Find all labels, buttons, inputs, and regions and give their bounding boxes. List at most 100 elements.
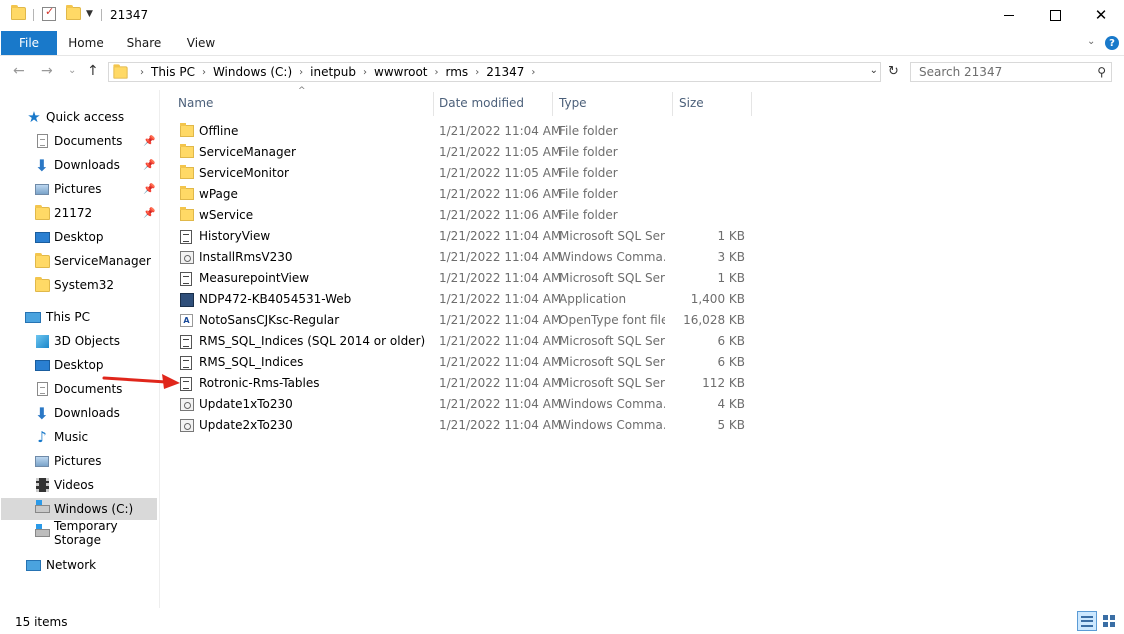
file-size: 1 KB: [717, 229, 745, 243]
table-row[interactable]: wPage 1/21/2022 11:06 AM File folder: [174, 184, 754, 205]
breadcrumb-wwwroot[interactable]: wwwroot: [373, 65, 429, 79]
sidebar-item-system32[interactable]: System32: [1, 274, 157, 296]
pin-icon[interactable]: 📌: [143, 160, 155, 171]
column-header-date-modified[interactable]: Date modified: [439, 96, 524, 110]
sidebar-item-servicemanager[interactable]: ServiceManager: [1, 250, 157, 272]
sidebar-item-quick-access[interactable]: ★ Quick access: [1, 106, 157, 128]
sidebar-item-pictures[interactable]: Pictures 📌: [1, 178, 157, 200]
tab-view[interactable]: View: [180, 31, 222, 55]
sidebar-item-desktop[interactable]: Desktop: [1, 226, 157, 248]
expand-ribbon-icon[interactable]: ⌄: [1087, 36, 1095, 47]
table-row[interactable]: MeasurepointView 1/21/2022 11:04 AM Micr…: [174, 268, 754, 289]
tab-share[interactable]: Share: [122, 31, 166, 55]
pin-icon[interactable]: 📌: [143, 208, 155, 219]
minimize-button[interactable]: [986, 0, 1032, 31]
sidebar-item-21172[interactable]: 21172 📌: [1, 202, 157, 224]
address-bar[interactable]: › This PC › Windows (C:) › inetpub › www…: [108, 62, 881, 82]
sidebar-item-music[interactable]: ♪ Music: [1, 426, 157, 448]
column-header-type[interactable]: Type: [559, 96, 587, 110]
chevron-right-icon[interactable]: ›: [429, 67, 445, 78]
file-name: ServiceManager: [199, 145, 296, 159]
table-row[interactable]: InstallRmsV230 1/21/2022 11:04 AM Window…: [174, 247, 754, 268]
search-icon[interactable]: ⚲: [1097, 65, 1106, 79]
chevron-right-icon[interactable]: ›: [196, 67, 212, 78]
table-row[interactable]: ServiceManager 1/21/2022 11:05 AM File f…: [174, 142, 754, 163]
sidebar-item-label: Quick access: [46, 110, 125, 124]
sidebar-item-downloads[interactable]: ⬇ Downloads: [1, 402, 157, 424]
forward-arrow-icon[interactable]: →: [41, 63, 53, 79]
tab-file[interactable]: File: [1, 31, 57, 55]
maximize-button[interactable]: [1032, 0, 1078, 31]
column-header-name[interactable]: Name: [178, 96, 213, 110]
sidebar-item-this-pc[interactable]: This PC: [1, 306, 157, 328]
table-row[interactable]: HistoryView 1/21/2022 11:04 AM Microsoft…: [174, 226, 754, 247]
file-name: NotoSansCJKsc-Regular: [199, 313, 340, 327]
breadcrumb-windows-c[interactable]: Windows (C:): [212, 65, 293, 79]
file-name: wService: [199, 208, 254, 222]
column-divider[interactable]: [552, 92, 553, 116]
table-row[interactable]: NDP472-KB4054531-Web 1/21/2022 11:04 AM …: [174, 289, 754, 310]
sidebar-item-videos[interactable]: Videos: [1, 474, 157, 496]
file-date: 1/21/2022 11:04 AM: [439, 355, 562, 369]
help-icon[interactable]: ?: [1105, 36, 1119, 50]
close-button[interactable]: ✕: [1078, 0, 1124, 31]
table-row[interactable]: RMS_SQL_Indices (SQL 2014 or older) 1/21…: [174, 331, 754, 352]
column-divider[interactable]: [672, 92, 673, 116]
sidebar-item-downloads[interactable]: ⬇ Downloads 📌: [1, 154, 157, 176]
table-row[interactable]: wService 1/21/2022 11:06 AM File folder: [174, 205, 754, 226]
search-input[interactable]: Search 21347 ⚲: [910, 62, 1112, 82]
table-row[interactable]: ServiceMonitor 1/21/2022 11:05 AM File f…: [174, 163, 754, 184]
refresh-icon[interactable]: ↻: [888, 64, 899, 79]
breadcrumb-inetpub[interactable]: inetpub: [309, 65, 357, 79]
customize-quick-access-icon[interactable]: ▼: [86, 9, 93, 19]
table-row[interactable]: Update1xTo230 1/21/2022 11:04 AM Windows…: [174, 394, 754, 415]
sidebar-item-label: System32: [54, 278, 115, 292]
file-type: File folder: [559, 124, 618, 138]
chevron-right-icon[interactable]: ›: [134, 67, 150, 78]
sidebar-item-documents[interactable]: Documents 📌: [1, 130, 157, 152]
up-arrow-icon[interactable]: ↑: [87, 63, 99, 79]
address-dropdown-icon[interactable]: ⌄: [870, 65, 878, 76]
table-row[interactable]: Offline 1/21/2022 11:04 AM File folder: [174, 121, 754, 142]
file-date: 1/21/2022 11:04 AM: [439, 397, 562, 411]
documents-icon: [34, 381, 50, 397]
chevron-right-icon[interactable]: ›: [293, 67, 309, 78]
sidebar-item-pictures[interactable]: Pictures: [1, 450, 157, 472]
sidebar-item-network[interactable]: Network: [1, 554, 157, 576]
recent-locations-icon[interactable]: ⌄: [68, 65, 76, 76]
column-divider[interactable]: [433, 92, 434, 116]
sidebar-item-temporary-storage[interactable]: Temporary Storage: [1, 519, 157, 547]
file-name: RMS_SQL_Indices: [199, 355, 304, 369]
tab-home[interactable]: Home: [64, 31, 108, 55]
table-row[interactable]: Update2xTo230 1/21/2022 11:04 AM Windows…: [174, 415, 754, 436]
table-row[interactable]: A NotoSansCJKsc-Regular 1/21/2022 11:04 …: [174, 310, 754, 331]
new-folder-icon[interactable]: [66, 5, 81, 20]
maximize-icon: [1049, 10, 1061, 21]
videos-icon: [34, 477, 50, 493]
file-type: File folder: [559, 166, 618, 180]
column-header-size[interactable]: Size: [679, 96, 704, 110]
breadcrumb-this-pc[interactable]: This PC: [150, 65, 196, 79]
pin-icon[interactable]: 📌: [143, 184, 155, 195]
breadcrumb-rms[interactable]: rms: [445, 65, 470, 79]
file-size: 16,028 KB: [683, 313, 745, 327]
pin-icon[interactable]: 📌: [143, 136, 155, 147]
file-date: 1/21/2022 11:04 AM: [439, 313, 562, 327]
sidebar-item-windows-c[interactable]: Windows (C:): [1, 498, 157, 520]
properties-icon[interactable]: [42, 5, 56, 21]
chevron-right-icon[interactable]: ›: [357, 67, 373, 78]
large-icons-view-button[interactable]: [1099, 611, 1119, 631]
breadcrumb-21347[interactable]: 21347: [485, 65, 525, 79]
column-divider[interactable]: [751, 92, 752, 116]
sidebar-item-label: Desktop: [54, 358, 104, 372]
pictures-icon: [34, 453, 50, 469]
chevron-right-icon[interactable]: ›: [525, 67, 541, 78]
table-row[interactable]: Rotronic-Rms-Tables 1/21/2022 11:04 AM M…: [174, 373, 754, 394]
back-arrow-icon[interactable]: ←: [13, 63, 25, 79]
chevron-right-icon[interactable]: ›: [469, 67, 485, 78]
table-row[interactable]: RMS_SQL_Indices 1/21/2022 11:04 AM Micro…: [174, 352, 754, 373]
details-view-button[interactable]: [1077, 611, 1097, 631]
sidebar-item-3d-objects[interactable]: 3D Objects: [1, 330, 157, 352]
file-date: 1/21/2022 11:04 AM: [439, 334, 562, 348]
file-date: 1/21/2022 11:04 AM: [439, 271, 562, 285]
